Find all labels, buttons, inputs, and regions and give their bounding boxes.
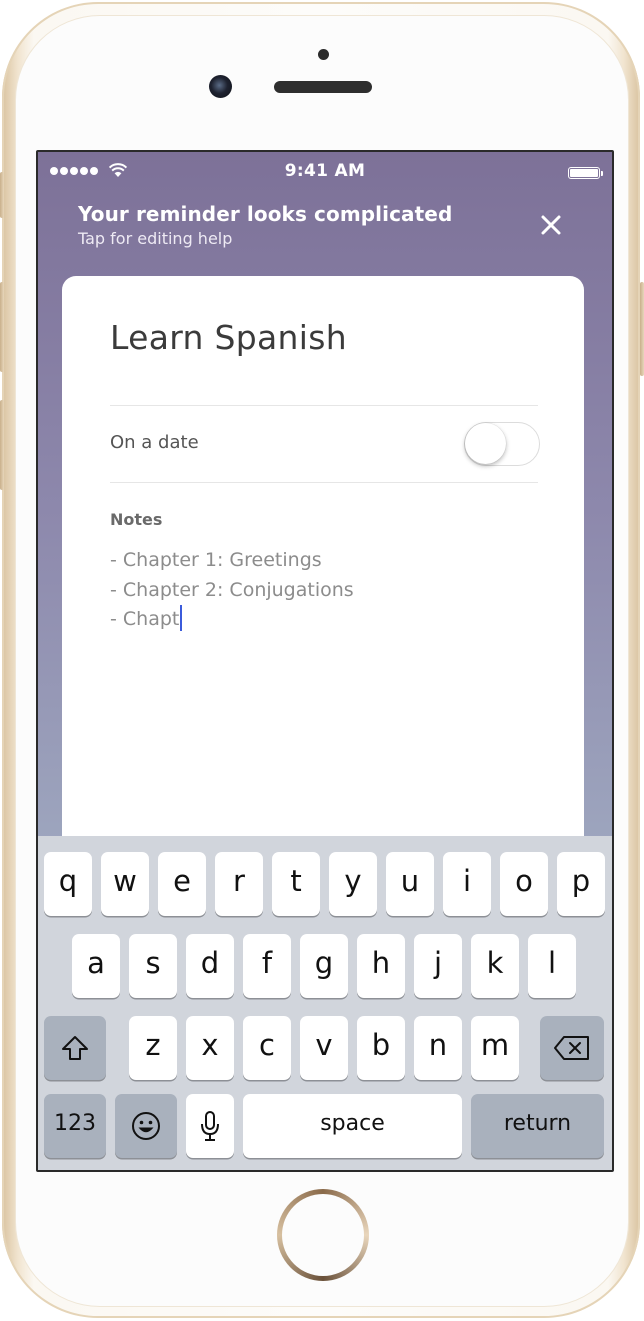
key-t[interactable]: t	[272, 852, 320, 916]
divider	[110, 482, 538, 483]
key-a[interactable]: a	[72, 934, 120, 998]
key-l[interactable]: l	[528, 934, 576, 998]
power-button	[640, 282, 644, 376]
emoji-icon	[132, 1112, 160, 1140]
key-e[interactable]: e	[158, 852, 206, 916]
key-o[interactable]: o	[500, 852, 548, 916]
return-key[interactable]: return	[471, 1094, 604, 1158]
proximity-sensor	[318, 49, 329, 60]
earpiece-speaker	[274, 81, 372, 93]
key-u[interactable]: u	[386, 852, 434, 916]
front-camera	[209, 75, 232, 98]
key-s[interactable]: s	[129, 934, 177, 998]
toggle-knob	[465, 423, 506, 464]
text-cursor	[180, 605, 183, 631]
notes-line: - Chapter 1: Greetings	[110, 549, 322, 571]
status-bar: 9:41 AM	[38, 152, 612, 192]
status-time: 9:41 AM	[284, 161, 366, 181]
key-v[interactable]: v	[300, 1016, 348, 1080]
microphone-icon	[201, 1111, 219, 1141]
key-f[interactable]: f	[243, 934, 291, 998]
shift-key[interactable]	[44, 1016, 106, 1080]
backspace-icon	[554, 1036, 589, 1060]
key-i[interactable]: i	[443, 852, 491, 916]
mute-switch	[0, 172, 4, 218]
key-w[interactable]: w	[101, 852, 149, 916]
banner-title: Your reminder looks complicated	[78, 202, 453, 226]
date-toggle[interactable]	[464, 422, 540, 466]
key-q[interactable]: q	[44, 852, 92, 916]
key-m[interactable]: m	[471, 1016, 519, 1080]
volume-down-button	[0, 400, 4, 490]
key-n[interactable]: n	[414, 1016, 462, 1080]
key-d[interactable]: d	[186, 934, 234, 998]
notes-label: Notes	[110, 510, 163, 529]
keyboard: q w e r t y u i o p a s d f g h j k l z …	[38, 836, 612, 1170]
microphone-key[interactable]	[186, 1094, 234, 1158]
delete-key[interactable]	[540, 1016, 604, 1080]
key-k[interactable]: k	[471, 934, 519, 998]
close-icon[interactable]	[538, 212, 564, 238]
battery-icon	[568, 167, 603, 179]
reminder-card: Learn Spanish On a date Notes - Chapter …	[62, 276, 584, 876]
shift-icon	[62, 1036, 88, 1060]
date-toggle-label: On a date	[110, 432, 199, 453]
notes-line: - Chapt	[110, 608, 180, 630]
key-r[interactable]: r	[215, 852, 263, 916]
key-b[interactable]: b	[357, 1016, 405, 1080]
key-c[interactable]: c	[243, 1016, 291, 1080]
screen: 9:41 AM Your reminder looks complicated …	[36, 150, 614, 1172]
notes-line: - Chapter 2: Conjugations	[110, 578, 354, 601]
key-h[interactable]: h	[357, 934, 405, 998]
home-button[interactable]	[277, 1189, 369, 1281]
key-g[interactable]: g	[300, 934, 348, 998]
space-key[interactable]: space	[243, 1094, 462, 1158]
divider	[110, 405, 538, 406]
reminder-title[interactable]: Learn Spanish	[110, 318, 347, 357]
key-z[interactable]: z	[129, 1016, 177, 1080]
volume-up-button	[0, 282, 4, 372]
key-p[interactable]: p	[557, 852, 605, 916]
numbers-key[interactable]: 123	[44, 1094, 106, 1158]
key-y[interactable]: y	[329, 852, 377, 916]
notes-field[interactable]: - Chapter 1: Greetings - Chapter 2: Conj…	[110, 546, 354, 635]
key-x[interactable]: x	[186, 1016, 234, 1080]
emoji-key[interactable]	[115, 1094, 177, 1158]
key-j[interactable]: j	[414, 934, 462, 998]
banner-subtitle: Tap for editing help	[78, 229, 233, 248]
complexity-banner[interactable]: Your reminder looks complicated Tap for …	[78, 200, 558, 250]
